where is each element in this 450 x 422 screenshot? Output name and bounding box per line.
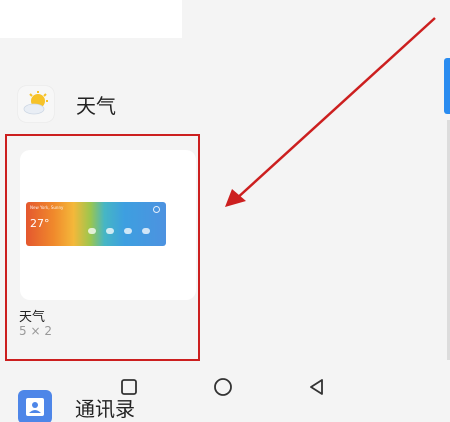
contacts-app-name: 通讯录 bbox=[75, 396, 135, 421]
contacts-icon bbox=[18, 390, 52, 422]
weather-app-name: 天气 bbox=[76, 93, 116, 118]
scrollbar-thumb[interactable] bbox=[444, 58, 450, 114]
triangle-icon[interactable] bbox=[306, 376, 328, 398]
circle-icon[interactable] bbox=[212, 376, 234, 398]
sun-cloud-icon bbox=[18, 86, 54, 122]
contacts-app-header: 通讯录 bbox=[18, 390, 135, 422]
previous-widget-card[interactable] bbox=[0, 0, 182, 38]
highlight-box bbox=[5, 134, 200, 361]
weather-app-header: 天气 bbox=[18, 84, 116, 124]
